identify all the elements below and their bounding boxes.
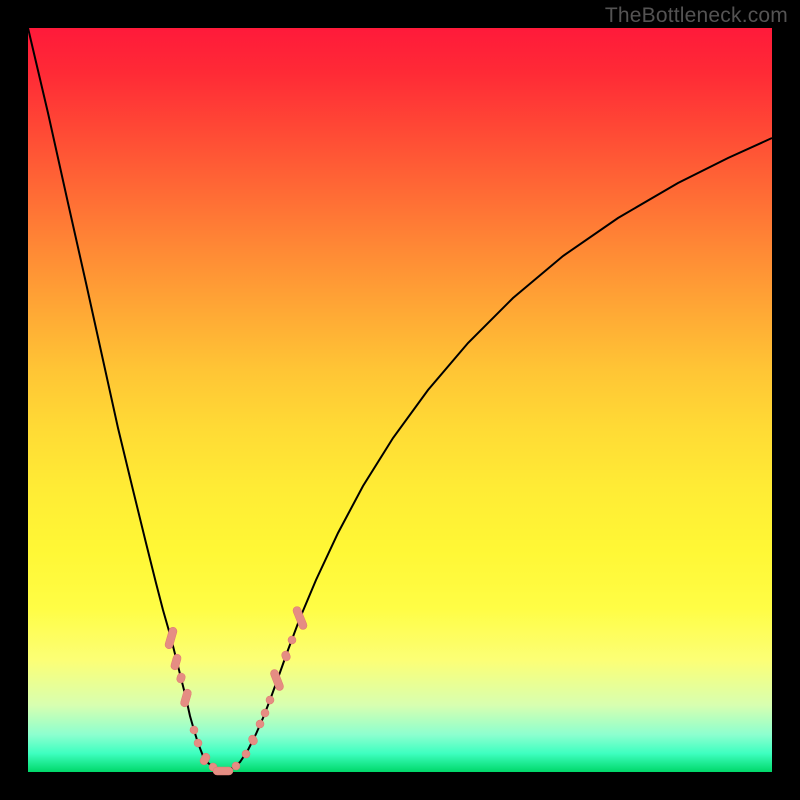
curve-marker	[189, 725, 199, 735]
curve-marker	[193, 738, 203, 748]
curve-marker	[292, 605, 308, 630]
curve-marker	[269, 668, 284, 691]
plot-area	[28, 28, 772, 772]
chart-frame: TheBottleneck.com	[0, 0, 800, 800]
curve-marker	[260, 708, 271, 719]
curve-marker	[255, 719, 266, 730]
curve-marker	[176, 672, 186, 684]
curve-marker	[213, 767, 233, 775]
curve-marker	[280, 650, 291, 662]
curve-marker	[164, 626, 178, 649]
curve-marker	[170, 653, 182, 671]
curve-marker	[265, 695, 275, 705]
watermark-text: TheBottleneck.com	[605, 4, 788, 28]
curve-svg	[28, 28, 772, 772]
curve-marker	[247, 734, 259, 746]
curve-marker	[287, 635, 297, 645]
marker-group	[164, 605, 308, 775]
bottleneck-curve	[28, 28, 772, 771]
curve-marker	[180, 688, 193, 708]
